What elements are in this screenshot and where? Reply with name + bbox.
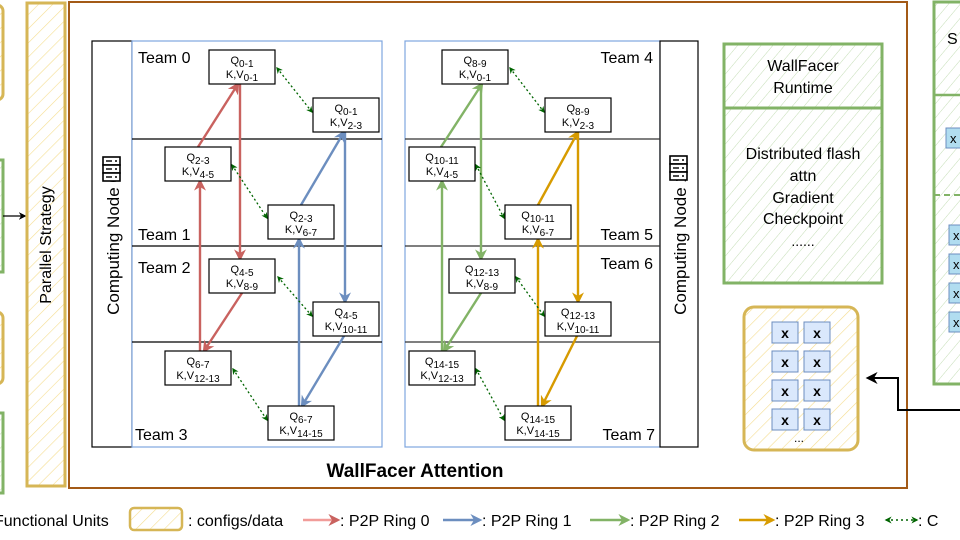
right-partial-cell: x [948,224,960,246]
svg-text:x: x [781,354,789,370]
config-cell: x [771,321,799,344]
svg-text:x: x [813,354,821,370]
config-cell: x [803,350,831,373]
left-runtime-unit [0,158,5,274]
svg-text:x: x [953,228,960,243]
svg-text:x: x [953,257,960,272]
qkv-block: Q6-7K,V12-13 [164,350,232,386]
legend-ring0: : P2P Ring 0 [340,513,430,530]
team-label: Team 7 [603,427,656,444]
config-cell: x [771,379,799,402]
team-label: Team 6 [601,256,654,273]
runtime-title-line2: Runtime [773,80,833,97]
left-config-unit-top [0,4,5,101]
qkv-block: Q14-15K,V12-13 [408,350,476,386]
wallfacer-diagram: Parallel Strategy Computing Node 0 Team … [0,0,960,532]
svg-text:x: x [781,325,789,341]
config-cell: x [803,379,831,402]
legend-configs-data: : configs/data [188,513,283,530]
team-label: Team 1 [138,227,191,244]
right-partial-unit: S x xxxx [932,0,960,386]
svg-text:x: x [813,325,821,341]
right-partial-cell: x [948,253,960,275]
config-cell: x [771,408,799,431]
config-data-unit: x xx xx xx x ... [742,305,860,452]
team-label: Team 4 [601,50,654,67]
team-label: Team 3 [135,427,188,444]
svg-text:x: x [813,412,821,428]
runtime-feature: attn [790,168,817,185]
runtime-feature: ...... [791,233,814,249]
node-1-panel [404,40,661,448]
qkv-block: Q8-9K,V2-3 [544,97,612,133]
right-partial-cell: x [945,127,960,149]
config-cell: x [771,350,799,373]
diagram-title: WallFacer Attention [327,461,504,482]
runtime-feature: Checkpoint [763,211,844,228]
wallfacer-runtime-unit: WallFacer Runtime Distributed flash attn… [722,42,884,285]
right-partial-cell: x [948,282,960,304]
svg-text:x: x [813,383,821,399]
qkv-block: Q12-13K,V10-11 [544,301,612,337]
left-partial-units [0,4,27,495]
qkv-block: Q4-5K,V8-9 [208,258,276,294]
runtime-feature: Distributed flash [746,146,861,163]
legend-comm: : C [918,513,938,530]
left-config-unit-mid [0,311,5,385]
qkv-block: Q0-1K,V0-1 [208,49,276,85]
qkv-block: Q10-11K,V4-5 [408,146,476,182]
legend-ring3: : P2P Ring 3 [775,513,865,530]
config-grid-ellipsis: ... [794,431,804,445]
config-cell: x [803,321,831,344]
svg-text:x: x [781,412,789,428]
qkv-block: Q14-15K,V14-15 [504,405,572,441]
qkv-block: Q4-5K,V10-11 [312,301,380,337]
runtime-title-line1: WallFacer [767,58,839,75]
node-1-label: Computing Node 1 [671,173,690,315]
runtime-feature: Gradient [772,190,834,207]
parallel-strategy-label: Parallel Strategy [38,186,55,303]
qkv-block: Q12-13K,V8-9 [448,258,516,294]
svg-text:x: x [781,383,789,399]
parallel-strategy-unit: Parallel Strategy [25,1,67,488]
svg-text:x: x [950,131,957,146]
server-icon [102,156,121,182]
legend-ring2: : P2P Ring 2 [630,513,720,530]
qkv-block: Q0-1K,V2-3 [312,97,380,133]
team-label: Team 2 [138,260,191,277]
qkv-block: Q2-3K,V6-7 [267,204,335,240]
team-label: Team 5 [601,227,654,244]
legend: Functional Units : configs/data : P2P Ri… [0,506,938,532]
server-icon [669,155,688,181]
legend-ring1: : P2P Ring 1 [482,513,572,530]
svg-text:x: x [953,315,960,330]
svg-text:x: x [953,286,960,301]
qkv-block: Q10-11K,V6-7 [504,204,572,240]
right-partial-header: S [947,31,958,48]
legend-config-swatch [128,506,184,532]
qkv-block: Q8-9K,V0-1 [441,49,509,85]
right-partial-cell: x [948,311,960,333]
left-runtime-unit-bottom [0,411,5,495]
team-label: Team 0 [138,50,191,67]
qkv-block: Q2-3K,V4-5 [164,146,232,182]
qkv-block: Q6-7K,V14-15 [267,405,335,441]
node-0-label: Computing Node 0 [104,173,123,315]
legend-functional-units: Functional Units [0,513,109,530]
config-cell: x [803,408,831,431]
